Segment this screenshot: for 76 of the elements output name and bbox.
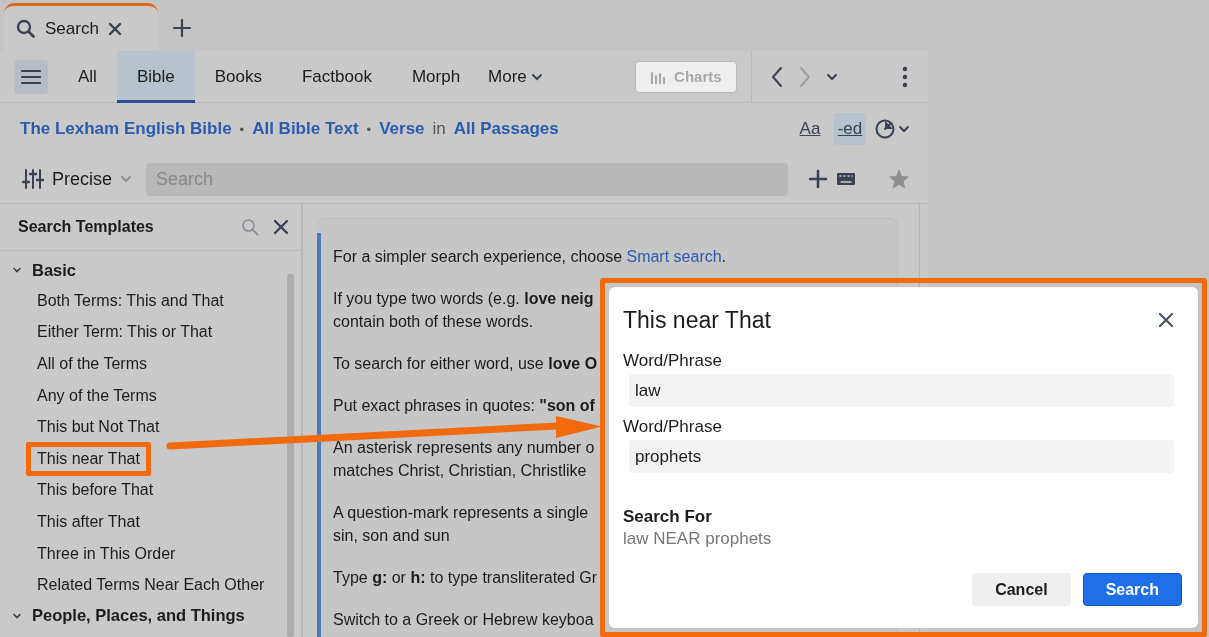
scope-link[interactable]: All Bible Text — [252, 119, 359, 139]
history-button[interactable] — [874, 118, 910, 140]
bar-chart-icon — [650, 69, 667, 84]
document-tab[interactable]: Search — [4, 3, 158, 51]
clock-icon — [874, 118, 896, 140]
template-item[interactable]: Either Term: This or That — [37, 320, 213, 345]
separator-dot: • — [239, 121, 245, 137]
more-menu[interactable]: More — [480, 66, 551, 87]
caret-icon — [898, 124, 910, 134]
input-field[interactable]: prophets — [629, 440, 1174, 473]
scope-link[interactable]: Verse — [379, 119, 425, 139]
text-toggle[interactable]: Aa — [794, 113, 826, 145]
help-text: If you type two words (e.g. love neig — [333, 289, 594, 309]
add-tab-icon[interactable] — [172, 17, 192, 38]
tab[interactable]: Books — [194, 50, 282, 103]
separator-dot: • — [366, 121, 372, 137]
help-text: For a simpler search experience, choose — [333, 248, 624, 265]
template-item[interactable]: This after That — [37, 509, 140, 534]
scope-link[interactable]: The Lexham English Bible — [20, 119, 232, 139]
precise-dropdown[interactable]: Precise — [22, 168, 133, 190]
help-text: An asterisk represents any number o — [333, 438, 595, 458]
caret-icon — [530, 71, 543, 82]
back-icon[interactable] — [769, 65, 784, 88]
search-icon — [16, 18, 36, 39]
help-text: A question-mark represents a single — [333, 503, 589, 523]
tree-group[interactable]: People, Places, and Things — [0, 600, 281, 631]
template-item[interactable]: Both Terms: This and That — [37, 288, 224, 313]
help-text: Put exact phrases in quotes: "son of — [333, 396, 595, 416]
tree-group[interactable]: Basic — [0, 255, 281, 285]
more-options-icon[interactable] — [902, 65, 908, 88]
panel-title: Search Templates — [18, 218, 155, 236]
caret-icon — [120, 174, 133, 184]
template-item[interactable]: This before That — [37, 478, 154, 503]
help-text: matches Christ, Christian, Christlike — [333, 461, 587, 481]
result-label: Search For — [623, 507, 713, 527]
template-item[interactable]: Three in This Order — [37, 541, 176, 566]
tab[interactable]: Factbook — [281, 50, 392, 103]
tab[interactable]: Bible — [116, 50, 195, 103]
help-text: sin, son and sun — [333, 526, 450, 546]
chevron-down-icon — [12, 265, 22, 275]
scope-link[interactable]: All Passages — [453, 119, 559, 139]
scope-text: in — [432, 119, 446, 139]
dropdown-icon[interactable] — [825, 71, 838, 82]
dialog-title: This near That — [623, 306, 771, 334]
help-text: contain both of these words. — [333, 312, 534, 332]
more-label: More — [488, 66, 527, 87]
template-item[interactable]: This near That — [26, 441, 151, 476]
text-toggle[interactable]: -ed — [834, 113, 866, 145]
field-label: Word/Phrase — [623, 417, 723, 437]
search-button[interactable]: Search — [1082, 573, 1182, 606]
star-icon[interactable] — [888, 168, 910, 190]
query-preview: law NEAR prophets — [623, 529, 773, 549]
help-text: . — [721, 248, 727, 265]
cancel-button[interactable]: Cancel — [972, 573, 1071, 606]
template-item[interactable]: This but Not That — [37, 415, 160, 440]
template-item[interactable]: Related Terms Near Each Other — [37, 573, 265, 598]
template-item[interactable]: All of the Terms — [37, 352, 147, 376]
sliders-icon — [22, 168, 44, 190]
keyboard-icon[interactable] — [836, 172, 856, 186]
tab[interactable]: All — [58, 50, 117, 103]
menu-button[interactable] — [14, 59, 48, 94]
tab-label: Search — [45, 18, 99, 39]
field-label: Word/Phrase — [623, 351, 723, 371]
help-text: To search for either word, use love O — [333, 354, 598, 374]
template-item[interactable]: Any of the Terms — [37, 383, 157, 408]
smart-search-link[interactable]: Smart search — [626, 248, 722, 265]
close-icon[interactable] — [1158, 312, 1174, 328]
input-field[interactable]: law — [629, 374, 1174, 407]
help-text: Switch to a Greek or Hebrew keyboa — [333, 610, 594, 630]
add-icon[interactable] — [808, 169, 828, 189]
help-text: Type g: or h: to type transliterated Gr — [333, 568, 598, 588]
tab[interactable]: Morph — [391, 50, 481, 103]
close-icon[interactable] — [107, 21, 122, 36]
menu-icon — [21, 68, 41, 85]
scrollbar[interactable] — [287, 274, 294, 637]
close-icon[interactable] — [273, 219, 289, 235]
